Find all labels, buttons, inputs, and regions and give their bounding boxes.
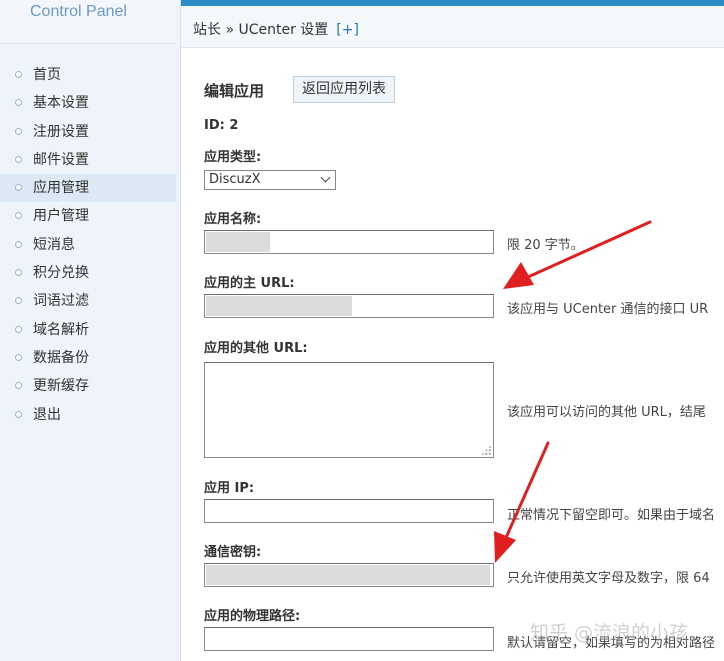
sidebar-item-dns[interactable]: 域名解析 — [0, 316, 176, 344]
sidebar-nav: 首页 基本设置 注册设置 邮件设置 应用管理 用户管理 短消息 积分兑换 词语过… — [0, 61, 176, 429]
sidebar-item-mail-settings[interactable]: 邮件设置 — [0, 146, 176, 174]
bullet-icon — [15, 212, 22, 220]
app-url-hint: 该应用与 UCenter 通信的接口 UR — [507, 302, 709, 317]
sidebar-item-logout[interactable]: 退出 — [0, 401, 176, 429]
back-to-app-list-button[interactable]: 返回应用列表 — [293, 76, 395, 103]
app-type-select[interactable]: DiscuzX — [204, 170, 336, 190]
resize-grip-icon[interactable] — [481, 445, 491, 455]
redacted-value — [206, 565, 490, 585]
app-ip-input[interactable] — [204, 499, 494, 523]
bullet-icon — [15, 269, 22, 277]
topbar: 站长 » UCenter 设置 [+] — [181, 0, 724, 48]
bullet-icon — [15, 410, 22, 418]
app-url-input[interactable] — [204, 294, 494, 318]
bullet-icon — [15, 353, 22, 361]
app-type-label: 应用类型: — [204, 150, 262, 165]
comm-key-label: 通信密钥: — [204, 545, 262, 560]
app-ip-label: 应用 IP: — [204, 481, 255, 496]
sidebar-item-home[interactable]: 首页 — [0, 61, 176, 89]
expand-link[interactable]: [+] — [336, 22, 359, 38]
app-type-value: DiscuzX — [209, 172, 261, 187]
app-ip-hint: 正常情况下留空即可。如果由于域名 — [507, 508, 716, 523]
bullet-icon — [15, 325, 22, 333]
redacted-value — [206, 232, 270, 252]
bullet-icon — [15, 99, 22, 107]
bullet-icon — [15, 71, 22, 78]
sidebar-item-update-cache[interactable]: 更新缓存 — [0, 372, 176, 400]
breadcrumb: 站长 » UCenter 设置 [+] — [193, 19, 359, 39]
brand-header: Control Panel — [0, 0, 176, 44]
page-title: 编辑应用 — [204, 82, 265, 100]
bullet-icon — [15, 184, 22, 192]
brand-title: Control Panel — [30, 3, 127, 20]
chevron-down-icon — [320, 172, 331, 183]
breadcrumb-text: 站长 » UCenter 设置 — [193, 22, 329, 38]
sidebar-item-register-settings[interactable]: 注册设置 — [0, 118, 176, 146]
sidebar-item-backup[interactable]: 数据备份 — [0, 344, 176, 372]
sidebar-item-basic-settings[interactable]: 基本设置 — [0, 89, 176, 117]
app-name-label: 应用名称: — [204, 212, 262, 227]
other-url-hint: 该应用可以访问的其他 URL，结尾 — [507, 405, 706, 420]
sidebar-item-credit-exchange[interactable]: 积分兑换 — [0, 259, 176, 287]
sidebar: Control Panel 首页 基本设置 注册设置 邮件设置 应用管理 用户管… — [0, 0, 181, 661]
bullet-icon — [15, 155, 22, 163]
sidebar-item-user-management[interactable]: 用户管理 — [0, 202, 176, 230]
bullet-icon — [15, 297, 22, 305]
app-path-label: 应用的物理路径: — [204, 609, 301, 624]
app-name-hint: 限 20 字节。 — [507, 238, 584, 253]
comm-key-input[interactable] — [204, 563, 494, 587]
comm-key-hint: 只允许使用英文字母及数字，限 64 — [507, 571, 710, 586]
sidebar-item-messages[interactable]: 短消息 — [0, 231, 176, 259]
app-name-input[interactable] — [204, 230, 494, 254]
main-content: 编辑应用 返回应用列表 ID: 2 应用类型: DiscuzX 应用名称: 限 … — [181, 48, 724, 661]
sidebar-item-word-filter[interactable]: 词语过滤 — [0, 287, 176, 315]
sidebar-item-app-management[interactable]: 应用管理 — [0, 174, 176, 203]
redacted-value — [206, 296, 352, 316]
bullet-icon — [15, 127, 22, 135]
other-url-textarea[interactable] — [204, 362, 494, 458]
watermark: 知乎 @流浪的小孩 — [530, 622, 689, 644]
bullet-icon — [15, 240, 22, 248]
other-url-label: 应用的其他 URL: — [204, 341, 308, 356]
app-path-input[interactable] — [204, 627, 494, 651]
bullet-icon — [15, 382, 22, 390]
app-url-label: 应用的主 URL: — [204, 276, 295, 291]
app-id-label: ID: 2 — [204, 118, 239, 133]
